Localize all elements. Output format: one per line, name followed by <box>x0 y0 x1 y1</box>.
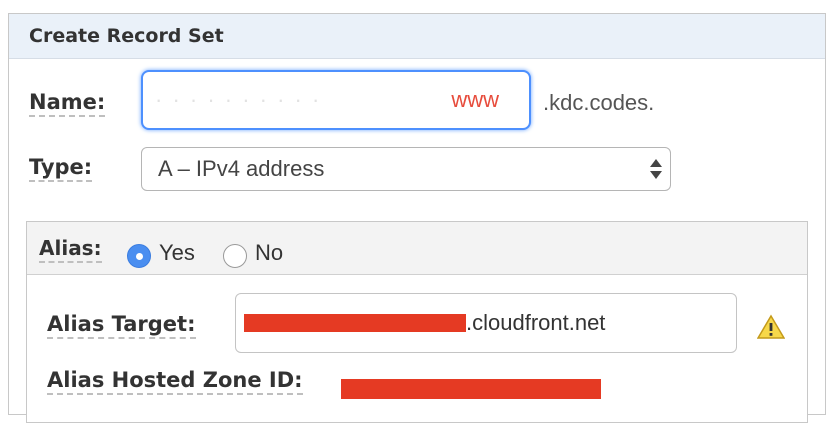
redacted-block <box>244 314 466 332</box>
alias-target-suffix: .cloudfront.net <box>466 310 606 335</box>
alias-section: Alias: Yes No Alias Target: .cloudfront.… <box>26 221 808 423</box>
name-input-value: www <box>451 87 499 112</box>
domain-suffix: .kdc.codes. <box>543 90 655 115</box>
alias-no-radio[interactable] <box>223 244 247 268</box>
updown-arrows-icon <box>650 156 662 182</box>
panel-header: Create Record Set <box>9 14 825 59</box>
type-select-value: A – IPv4 address <box>158 156 325 181</box>
alias-no-label[interactable]: No <box>255 240 283 266</box>
name-label: Name: <box>29 90 106 117</box>
alias-target-input[interactable]: .cloudfront.net <box>235 293 737 353</box>
create-record-set-panel: Create Record Set Name: · · · · · · · · … <box>8 13 826 423</box>
type-select[interactable]: A – IPv4 address <box>141 147 671 191</box>
alias-label: Alias: <box>39 236 102 263</box>
panel-title: Create Record Set <box>29 25 224 47</box>
type-label: Type: <box>29 155 93 182</box>
alias-target-label: Alias Target: <box>47 312 196 339</box>
alias-yes-radio[interactable] <box>127 244 151 268</box>
alias-yes-label[interactable]: Yes <box>159 240 195 266</box>
name-input-redacted-text: · · · · · · · · · · <box>155 87 322 112</box>
alias-header: Alias: Yes No <box>27 222 807 275</box>
name-input[interactable]: · · · · · · · · · · www <box>141 70 531 130</box>
hosted-zone-redacted <box>341 379 601 399</box>
warning-icon[interactable] <box>757 314 785 340</box>
alias-hosted-zone-label: Alias Hosted Zone ID: <box>47 368 303 395</box>
